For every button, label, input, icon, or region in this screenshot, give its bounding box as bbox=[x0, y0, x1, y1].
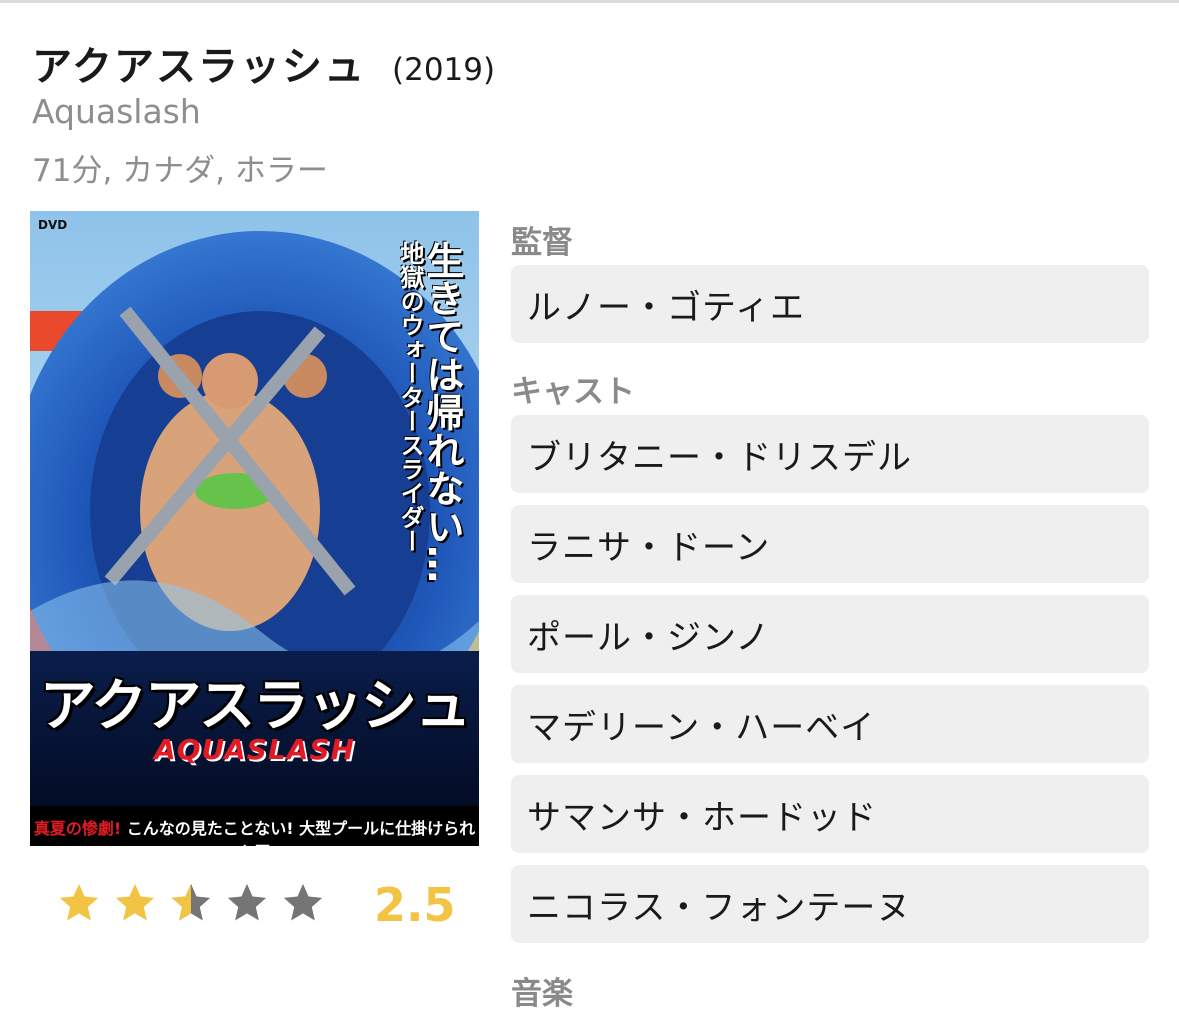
star-icon-empty bbox=[227, 883, 267, 921]
star-rating bbox=[56, 880, 336, 926]
top-divider bbox=[0, 0, 1179, 3]
poster-title-jp: アクアスラッシュ bbox=[39, 674, 471, 739]
cast-chip[interactable]: ニコラス・フォンテーヌ bbox=[511, 865, 1149, 943]
movie-meta: 71分, カナダ, ホラー bbox=[32, 153, 328, 189]
poster-tagline-red: 真夏の惨劇! bbox=[33, 819, 122, 838]
cast-label: キャスト bbox=[511, 374, 635, 410]
movie-poster[interactable]: DVD 生きては帰れない… 地獄のウォータースライダー アクアスラッシュ AQU… bbox=[30, 211, 479, 846]
poster-catch-2: 地獄のウォータースライダー bbox=[396, 241, 424, 553]
music-label: 音楽 bbox=[511, 976, 573, 1012]
star-icon-empty bbox=[283, 883, 323, 921]
star-icon-half bbox=[171, 883, 211, 921]
star-icon-filled bbox=[115, 883, 155, 921]
poster-tagline-rest: こんなの見たことない! 大型プールに仕掛けられた罠 bbox=[126, 819, 476, 846]
original-title: Aquaslash bbox=[32, 92, 201, 131]
director-label: 監督 bbox=[511, 225, 573, 261]
cast-chip[interactable]: ブリタニー・ドリスデル bbox=[511, 415, 1149, 493]
movie-year: (2019) bbox=[392, 52, 496, 88]
rating-value: 2.5 bbox=[374, 878, 456, 932]
cast-chip[interactable]: ラニサ・ドーン bbox=[511, 505, 1149, 583]
star-icon-filled bbox=[59, 883, 99, 921]
movie-title: アクアスラッシュ bbox=[32, 44, 366, 90]
director-chip[interactable]: ルノー・ゴティエ bbox=[511, 265, 1149, 343]
cast-chip[interactable]: マデリーン・ハーベイ bbox=[511, 685, 1149, 763]
poster-tagline: 真夏の惨劇! こんなの見たことない! 大型プールに仕掛けられた罠 bbox=[30, 815, 479, 846]
poster-title-en: AQUASLASH bbox=[154, 733, 355, 766]
title-row: アクアスラッシュ (2019) bbox=[32, 34, 495, 92]
svg-text:DVD: DVD bbox=[38, 218, 67, 232]
cast-chip[interactable]: サマンサ・ホードッド bbox=[511, 775, 1149, 853]
cast-chip[interactable]: ポール・ジンノ bbox=[511, 595, 1149, 673]
